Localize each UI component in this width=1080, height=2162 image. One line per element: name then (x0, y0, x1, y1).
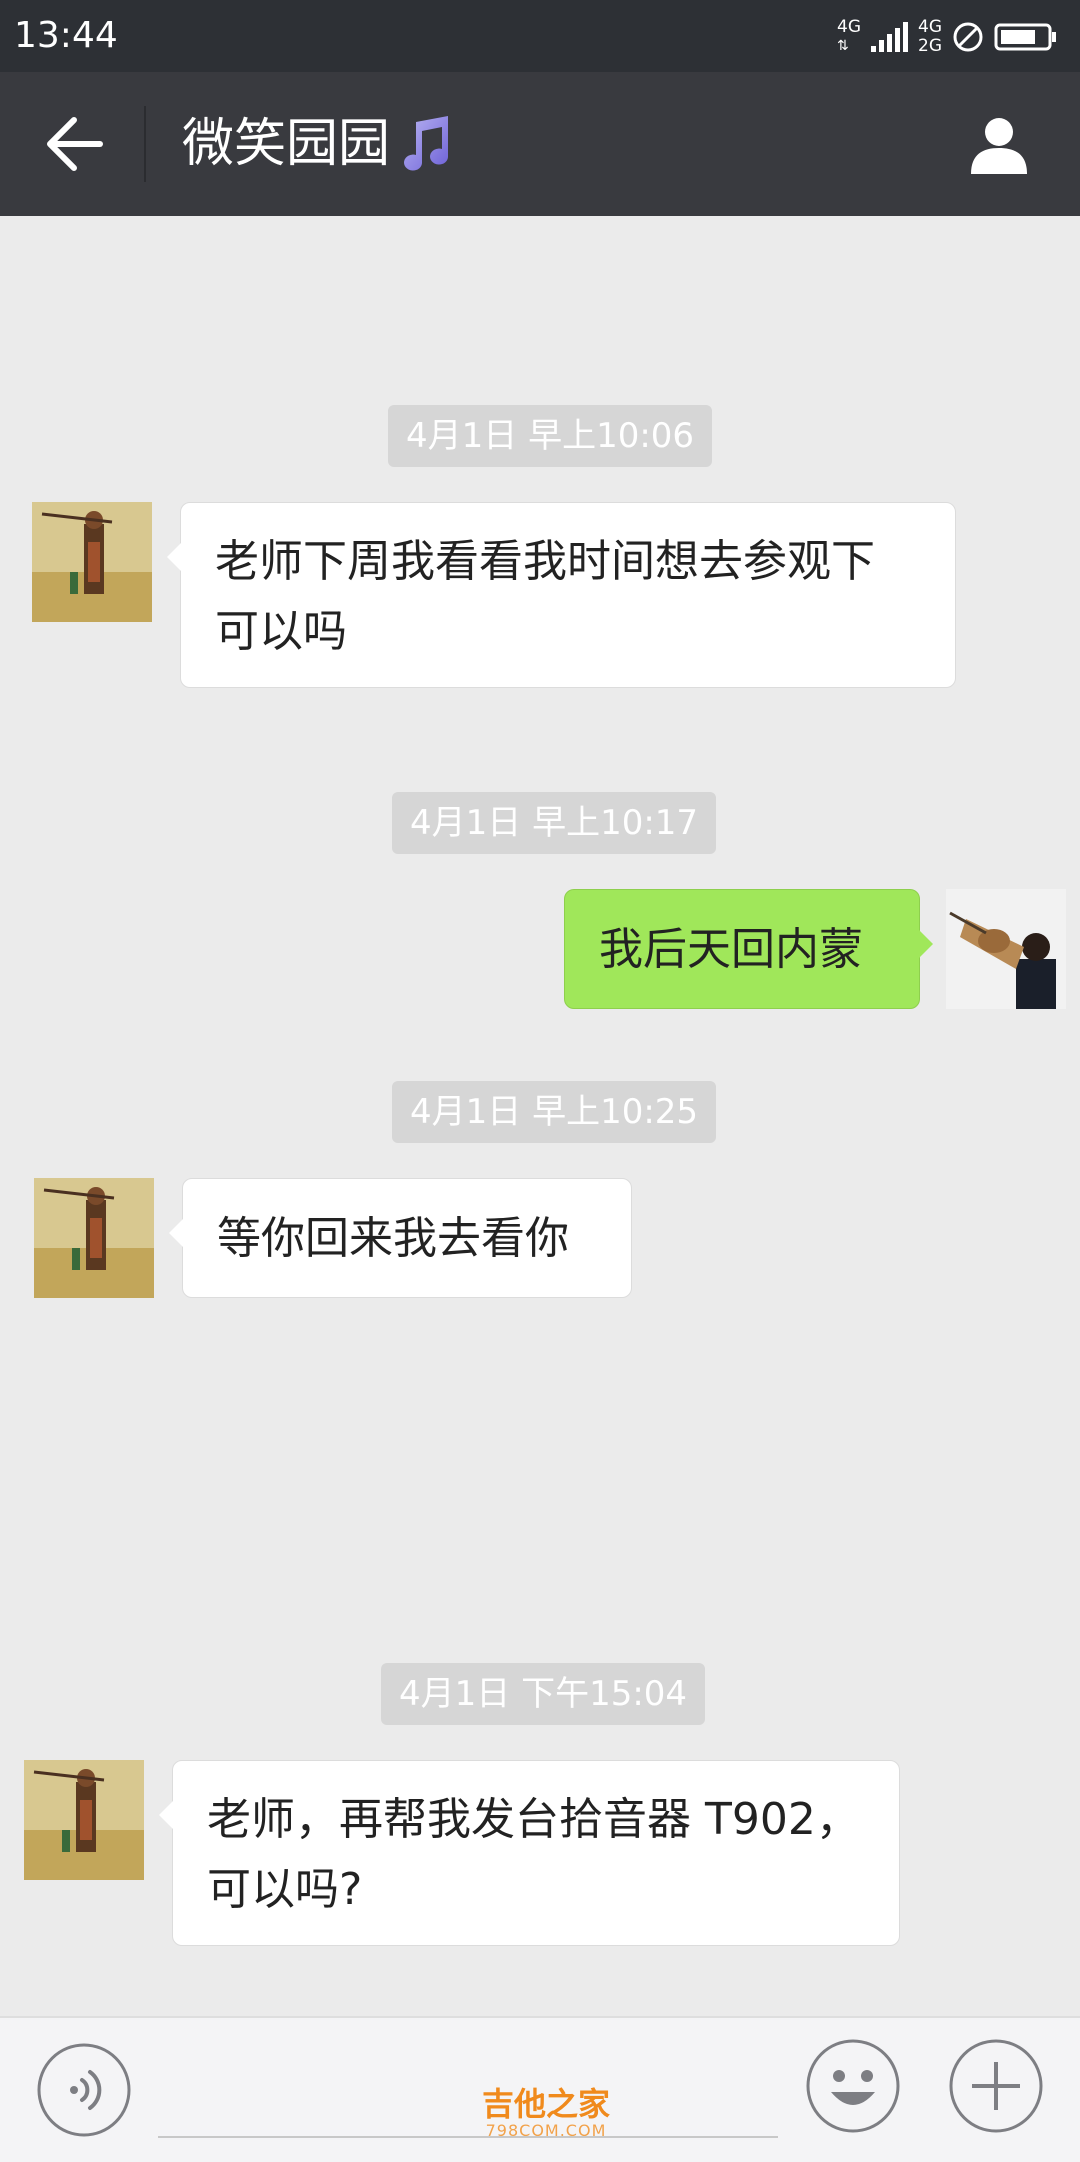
contact-avatar-image (34, 1178, 154, 1298)
plus-icon[interactable] (948, 2038, 1044, 2134)
network-type-2: 4G 2G (918, 17, 942, 56)
voice-icon[interactable] (36, 2042, 132, 2138)
contact-avatar-image (24, 1760, 144, 1880)
contact-avatar[interactable] (34, 1178, 154, 1298)
message-timestamp: 4月1日 早上10:06 (388, 405, 713, 467)
message-text-line: 老师，再帮我发台拾音器 T902， (207, 1794, 860, 1845)
own-avatar[interactable] (946, 889, 1066, 1009)
network-type-1: 4G ⇅ (837, 17, 861, 55)
back-arrow-icon[interactable] (44, 114, 106, 174)
message-bubble-received[interactable]: 老师，再帮我发台拾音器 T902， 可以吗? (159, 1760, 900, 1946)
data-arrows-icon: ⇅ (837, 38, 849, 54)
watermark-main-text: 吉他之家 (481, 2085, 610, 2123)
message-text-line: 等你回来我去看你 (217, 1213, 569, 1264)
message-text-line: 我后天回内蒙 (599, 924, 863, 975)
smiley-icon[interactable] (805, 2038, 901, 2134)
status-bar: 13:44 4G ⇅ 4G 2G (0, 0, 1080, 72)
chat-title-text: 微笑园园 (182, 114, 391, 174)
message-text-line: 可以吗 (215, 606, 347, 657)
message-bubble-received[interactable]: 等你回来我去看你 (169, 1178, 632, 1298)
contact-avatar[interactable] (32, 502, 152, 622)
message-text-line: 老师下周我看看我时间想去参观下 (215, 536, 875, 587)
message-input[interactable] (158, 2136, 778, 2138)
message-timestamp: 4月1日 早上10:25 (392, 1081, 717, 1143)
signal-bars-1-icon (871, 22, 908, 52)
do-not-disturb-icon (953, 22, 983, 52)
message-text-line: 可以吗? (207, 1864, 363, 1915)
watermark-sub-text: 798COM.COM (485, 2121, 607, 2140)
message-bubble-received[interactable]: 老师下周我看看我时间想去参观下 可以吗 (167, 502, 956, 688)
own-avatar-image (946, 889, 1066, 1009)
message-timestamp: 4月1日 早上10:17 (392, 792, 717, 854)
message-timestamp: 4月1日 下午15:04 (381, 1663, 706, 1725)
watermark: 吉他之家 798COM.COM (476, 2086, 616, 2140)
music-note-icon (404, 116, 449, 171)
chat-title: 微笑园园 (182, 112, 456, 176)
chat-header: 微笑园园 (0, 72, 1080, 216)
message-bubble-sent[interactable]: 我后天回内蒙 (564, 889, 933, 1009)
contact-avatar[interactable] (24, 1760, 144, 1880)
contact-avatar-image (32, 502, 152, 622)
status-time: 13:44 (14, 15, 118, 56)
battery-icon (994, 23, 1056, 51)
profile-icon[interactable] (968, 114, 1030, 176)
header-divider (144, 106, 146, 182)
status-icons: 4G ⇅ 4G 2G (837, 14, 1058, 60)
